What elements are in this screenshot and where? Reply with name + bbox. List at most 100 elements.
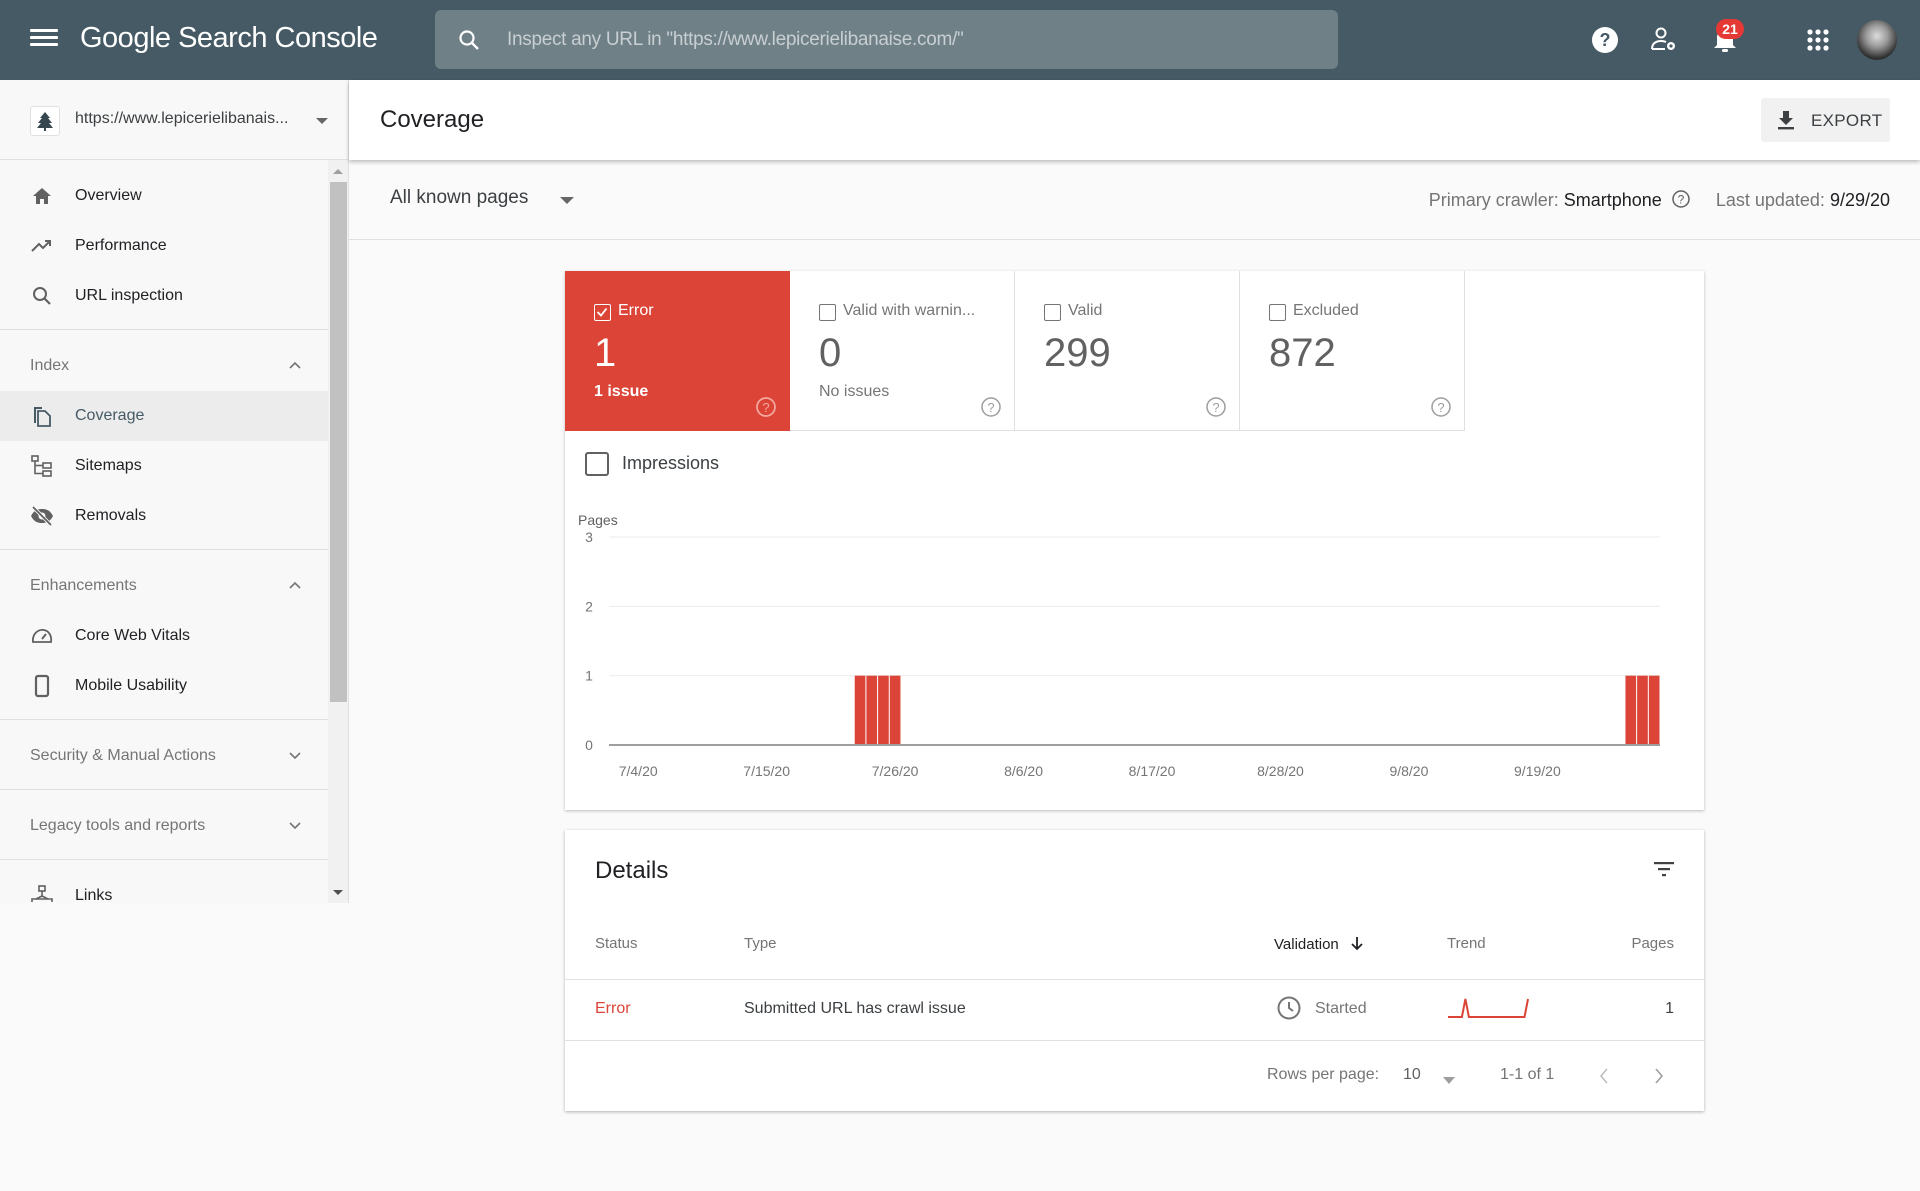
y-tick-label: 3 [585,529,593,545]
crawler-info: Primary crawler: Smartphone ? Last updat… [1429,189,1890,211]
help-icon[interactable]: ? [1587,22,1623,58]
sidebar-section-enhancements[interactable]: Enhancements [0,561,328,611]
url-inspect-search[interactable] [435,10,1338,69]
row-pages: 1 [1665,1000,1674,1017]
sidebar-item-core-web-vitals[interactable]: Core Web Vitals [0,611,328,661]
last-updated-label: Last updated: [1715,190,1825,210]
y-tick-label: 2 [585,598,593,614]
section-label: Security & Manual Actions [30,747,216,764]
sidebar-item-label: Links [75,887,113,903]
card-subtext: No issues [819,383,890,400]
x-tick-label: 7/4/20 [619,763,658,779]
sidebar-item-links[interactable]: Links [0,871,328,903]
manage-users-icon[interactable] [1646,22,1682,58]
url-inspect-input[interactable] [507,10,1307,69]
table-row[interactable] [565,980,1704,1040]
help-outline-icon[interactable]: ? [755,396,777,418]
help-outline-icon[interactable]: ? [980,396,1002,418]
sidebar-item-overview[interactable]: Overview [0,171,328,221]
sidebar-item-label: Coverage [75,407,145,424]
rows-per-page-select[interactable]: 10 [1403,1066,1421,1084]
sidebar-item-removals[interactable]: Removals [0,491,328,541]
scroll-up-arrow-icon[interactable] [333,169,343,174]
bar-2020-09-27 [1625,675,1637,745]
property-selector[interactable]: https://www.lepicerielibanais... [0,80,348,160]
card-value: 1 [594,331,617,375]
sidebar-item-label: Mobile Usability [75,677,188,694]
card-label: Valid with warnin... [843,302,976,319]
column-header-validation[interactable]: Validation [1274,935,1365,953]
column-header-pages[interactable]: Pages [1631,935,1674,952]
svg-text:?: ? [1437,400,1444,415]
sidebar-section-index[interactable]: Index [0,341,328,391]
sidebar-item-label: Overview [75,187,142,204]
svg-text:?: ? [1677,193,1684,207]
property-favicon [30,106,60,136]
status-card-error[interactable]: Error 1 1 issue ? [565,271,790,431]
checkbox[interactable] [1269,304,1286,321]
app-logo[interactable]: Google Search Console [80,22,378,55]
card-value: 299 [1044,331,1111,375]
chevron-right-icon[interactable] [1651,1066,1667,1086]
sidebar-item-coverage[interactable]: Coverage [0,391,328,441]
scroll-down-arrow-icon[interactable] [333,890,343,895]
status-card-excluded[interactable]: Excluded 872 ? [1240,271,1465,431]
divider [0,789,328,790]
page-title: Coverage [380,106,485,133]
bar-2020-07-24 [866,675,878,745]
section-label: Index [30,357,70,374]
check-icon [596,307,608,317]
row-type: Submitted URL has crawl issue [744,1000,966,1017]
checkbox[interactable] [1044,304,1061,321]
row-status: Error [595,1000,631,1017]
sidebar-scrollbar-thumb[interactable] [330,182,347,702]
apps-icon[interactable] [1800,22,1836,58]
divider [0,719,328,720]
crawler-label: Primary crawler: [1428,190,1559,210]
sidebar-item-label: Core Web Vitals [75,627,191,644]
divider [0,329,328,330]
column-header-type[interactable]: Type [744,935,777,952]
trending-up-icon [31,240,51,252]
export-label: EXPORT [1811,111,1883,130]
chevron-up-icon [289,581,301,589]
sidebar-section-legacy[interactable]: Legacy tools and reports [0,801,328,851]
details-card: Details Status Type Validation Trend Pag… [565,830,1704,1111]
details-title: Details [595,857,669,884]
phone-icon [34,674,50,698]
page-title-bar: Coverage EXPORT [349,80,1920,160]
dropdown-arrow-icon[interactable] [1441,1075,1457,1085]
sidebar-item-mobile-usability[interactable]: Mobile Usability [0,661,328,711]
status-card-valid-with-warnings[interactable]: Valid with warnin... 0 No issues ? [790,271,1015,431]
coverage-icon [34,407,51,427]
x-tick-label: 7/26/20 [872,763,919,779]
sidebar-section-security[interactable]: Security & Manual Actions [0,731,328,781]
checkbox-checked[interactable] [594,304,611,321]
card-label: Valid [1068,302,1103,319]
checkbox[interactable] [585,452,609,476]
column-header-trend: Trend [1447,935,1486,952]
bar-2020-07-26 [889,675,901,745]
y-tick-label: 1 [585,668,593,684]
coverage-chart: Pages 0 1 2 3 7/4/20 7/15/20 7/26/20 8/6/20 8/17/… [578,512,1660,779]
sidebar-item-sitemaps[interactable]: Sitemaps [0,441,328,491]
menu-icon[interactable] [30,26,58,54]
help-outline-icon[interactable]: ? [1205,396,1227,418]
chevron-left-icon[interactable] [1596,1066,1612,1086]
filter-icon[interactable] [1649,854,1679,884]
help-outline-icon[interactable]: ? [1430,396,1452,418]
search-icon [459,30,479,50]
pages-filter-value: All known pages [390,187,529,208]
y-axis-label: Pages [578,512,618,528]
avatar[interactable] [1857,20,1897,60]
export-button[interactable]: EXPORT [1761,98,1890,142]
sidebar-item-url-inspection[interactable]: URL inspection [0,271,328,321]
column-header-status[interactable]: Status [595,935,638,952]
checkbox[interactable] [819,304,836,321]
sidebar-item-performance[interactable]: Performance [0,221,328,271]
help-outline-icon[interactable]: ? [1671,189,1691,209]
pages-filter-dropdown[interactable]: All known pages [390,187,574,215]
download-icon [1778,111,1794,130]
clock-icon [1277,996,1301,1020]
status-card-valid[interactable]: Valid 299 ? [1015,271,1240,431]
